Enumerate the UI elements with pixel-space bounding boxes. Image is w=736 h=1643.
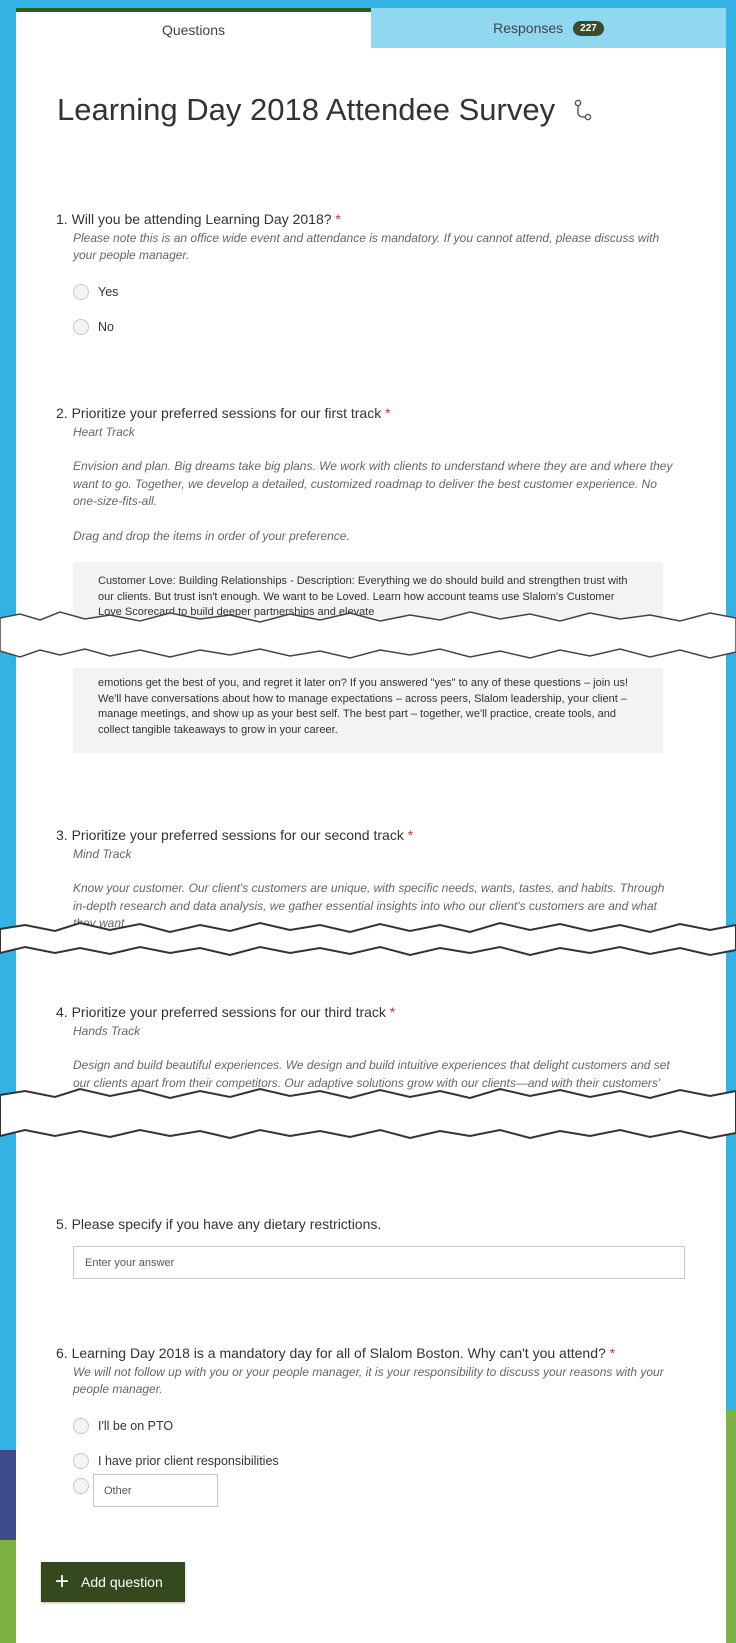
torn-edge-break	[0, 611, 736, 659]
question-4-track: Hands Track	[73, 1024, 141, 1038]
question-6-text: 6. Learning Day 2018 is a mandatory day …	[56, 1345, 606, 1361]
question-1-title: 1. Will you be attending Learning Day 20…	[56, 211, 681, 227]
background-accent-green	[726, 1410, 736, 1643]
tab-questions-label: Questions	[161, 22, 226, 38]
tab-bar: Questions Responses 227	[16, 8, 726, 48]
required-marker: *	[407, 827, 414, 843]
question-3-track: Mind Track	[73, 847, 132, 861]
question-6-subtitle: We will not follow up with you or your p…	[73, 1365, 664, 1396]
option-label: I have prior client responsibilities	[98, 1453, 279, 1468]
add-question-label: Add question	[81, 1574, 163, 1590]
option-pto[interactable]: I'll be on PTO	[73, 1408, 681, 1443]
question-2-text: 2. Prioritize your preferred sessions fo…	[56, 405, 382, 421]
radio-button[interactable]	[73, 318, 89, 335]
question-2-track: Heart Track	[73, 425, 135, 439]
required-marker: *	[335, 211, 341, 227]
question-1: 1. Will you be attending Learning Day 20…	[56, 211, 681, 344]
radio-button[interactable]	[73, 1417, 89, 1434]
other-input[interactable]	[93, 1474, 218, 1507]
option-label: I'll be on PTO	[98, 1418, 174, 1433]
question-1-subtitle: Please note this is an office wide event…	[73, 231, 660, 262]
question-4-title: 4. Prioritize your preferred sessions fo…	[56, 1004, 681, 1020]
tab-responses-label: Responses	[493, 20, 564, 36]
question-3-title: 3. Prioritize your preferred sessions fo…	[56, 827, 681, 843]
tab-questions[interactable]: Questions	[16, 8, 371, 48]
question-6: 6. Learning Day 2018 is a mandatory day …	[56, 1345, 681, 1518]
question-2-ranking-continued: emotions get the best of you, and regret…	[56, 668, 681, 753]
question-2-title: 2. Prioritize your preferred sessions fo…	[56, 405, 681, 421]
question-5: 5. Please specify if you have any dietar…	[56, 1216, 685, 1279]
option-label: Yes	[98, 284, 119, 299]
option-label: No	[98, 319, 114, 334]
ranking-item-text: emotions get the best of you, and regret…	[98, 677, 629, 736]
radio-button[interactable]	[73, 1452, 89, 1469]
question-2: 2. Prioritize your preferred sessions fo…	[56, 405, 681, 618]
torn-edge-break	[0, 1087, 736, 1140]
option-yes[interactable]: Yes	[73, 274, 681, 309]
required-marker: *	[385, 405, 391, 421]
question-6-title: 6. Learning Day 2018 is a mandatory day …	[56, 1345, 681, 1361]
question-5-title: 5. Please specify if you have any dietar…	[56, 1216, 382, 1232]
radio-button[interactable]	[73, 1478, 89, 1494]
question-4-text: 4. Prioritize your preferred sessions fo…	[56, 1004, 386, 1020]
question-2-description: Envision and plan. Big dreams take big p…	[73, 459, 673, 508]
background-accent-left-green	[0, 1540, 16, 1643]
question-1-text: 1. Will you be attending Learning Day 20…	[56, 211, 332, 227]
add-question-button[interactable]: + Add question	[41, 1562, 185, 1602]
required-marker: *	[389, 1004, 396, 1020]
radio-button[interactable]	[73, 283, 89, 300]
plus-icon: +	[55, 1568, 70, 1595]
question-3-text: 3. Prioritize your preferred sessions fo…	[56, 827, 404, 843]
branching-icon[interactable]	[573, 99, 593, 121]
question-2-instruction: Drag and drop the items in order of your…	[73, 528, 350, 543]
tab-responses[interactable]: Responses 227	[371, 8, 726, 48]
required-marker: *	[609, 1345, 616, 1361]
dietary-restrictions-input[interactable]	[73, 1246, 685, 1279]
form-title-row: Learning Day 2018 Attendee Survey	[57, 92, 593, 128]
form-card: Questions Responses 227 Learning Day 201…	[16, 8, 726, 1643]
torn-edge-break	[0, 921, 736, 957]
ranking-item[interactable]: emotions get the best of you, and regret…	[73, 668, 663, 753]
form-title: Learning Day 2018 Attendee Survey	[57, 92, 556, 127]
option-client-responsibilities[interactable]: I have prior client responsibilities	[73, 1443, 681, 1478]
responses-count-badge: 227	[573, 20, 604, 36]
option-other[interactable]	[73, 1474, 681, 1518]
option-no[interactable]: No	[73, 309, 681, 344]
